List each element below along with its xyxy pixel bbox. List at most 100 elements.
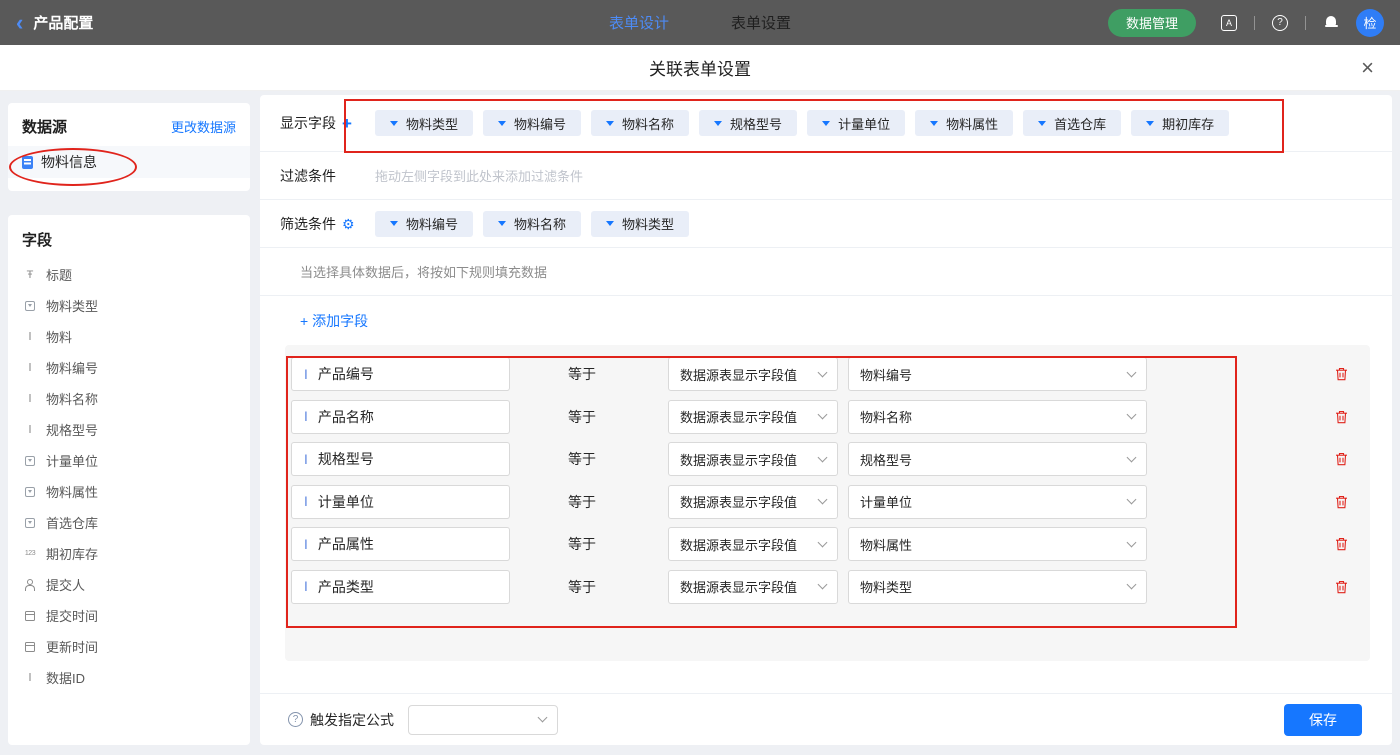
tab-form-design[interactable]: 表单设计 (609, 12, 669, 33)
display-fields-label: 显示字段 (280, 113, 336, 133)
close-icon[interactable]: × (1361, 57, 1374, 79)
field-item[interactable]: 更新时间 (8, 631, 250, 662)
delete-icon[interactable] (1335, 537, 1348, 551)
caret-down-icon (606, 221, 614, 226)
datasource-item[interactable]: 物料信息 (8, 146, 250, 178)
source-type-select[interactable]: 数据源表显示字段值 (668, 442, 838, 476)
formula-select[interactable] (408, 705, 558, 735)
source-field-select[interactable]: 计量单位 (848, 485, 1147, 519)
target-field-input[interactable]: 规格型号 (291, 442, 510, 476)
chevron-down-icon (1127, 452, 1137, 462)
mapping-row: 产品类型 等于 数据源表显示字段值 物料类型 (291, 570, 1370, 604)
target-field-input[interactable]: 产品类型 (291, 570, 510, 604)
source-type-select[interactable]: 数据源表显示字段值 (668, 357, 838, 391)
display-field-chip[interactable]: 期初库存 (1131, 110, 1229, 136)
filter-dropzone[interactable]: 拖动左侧字段到此处来添加过滤条件 (375, 166, 583, 185)
rules-hint: 当选择具体数据后，将按如下规则填充数据 (260, 248, 1392, 296)
equals-label: 等于 (568, 492, 596, 512)
main-panel: 显示字段 + 物料类型 物料编号 物料名称 规格型号 计量单位 物料属性 首选仓… (260, 95, 1392, 745)
chevron-down-icon (818, 367, 828, 377)
field-item[interactable]: 计量单位 (8, 445, 250, 476)
source-field-select[interactable]: 物料类型 (848, 570, 1147, 604)
field-item[interactable]: 提交人 (8, 569, 250, 600)
chip-label: 物料名称 (514, 214, 566, 233)
field-item[interactable]: 物料类型 (8, 290, 250, 321)
display-field-chip[interactable]: 物料名称 (591, 110, 689, 136)
avatar[interactable]: 检 (1356, 9, 1384, 37)
back-label[interactable]: 产品配置 (33, 12, 93, 33)
source-type-select[interactable]: 数据源表显示字段值 (668, 485, 838, 519)
gear-icon[interactable]: ⚙ (342, 217, 355, 231)
target-field-label: 产品名称 (318, 407, 374, 427)
datasource-header: 数据源 更改数据源 (8, 103, 250, 146)
delete-icon[interactable] (1335, 367, 1348, 381)
chip-label: 物料类型 (622, 214, 674, 233)
source-type-select[interactable]: 数据源表显示字段值 (668, 527, 838, 561)
field-item[interactable]: 提交时间 (8, 600, 250, 631)
add-field-link[interactable]: + 添加字段 (300, 311, 368, 331)
language-icon[interactable]: A (1219, 13, 1239, 33)
source-field-select[interactable]: 规格型号 (848, 442, 1147, 476)
tab-form-settings[interactable]: 表单设置 (731, 12, 791, 33)
target-field-input[interactable]: 产品名称 (291, 400, 510, 434)
target-field-input[interactable]: 产品编号 (291, 357, 510, 391)
field-item[interactable]: 规格型号 (8, 414, 250, 445)
add-display-field-icon[interactable]: + (342, 115, 352, 132)
caret-down-icon (822, 121, 830, 126)
delete-icon[interactable] (1335, 495, 1348, 509)
field-label: 更新时间 (46, 637, 98, 656)
screen-field-chip[interactable]: 物料名称 (483, 211, 581, 237)
target-field-input[interactable]: 计量单位 (291, 485, 510, 519)
source-field-value: 规格型号 (860, 450, 912, 469)
source-type-value: 数据源表显示字段值 (680, 492, 797, 511)
source-field-value: 物料属性 (860, 535, 912, 554)
field-item[interactable]: 物料 (8, 321, 250, 352)
back-icon[interactable]: ‹ (16, 12, 23, 34)
display-field-chip[interactable]: 物料编号 (483, 110, 581, 136)
field-item[interactable]: 期初库存 (8, 538, 250, 569)
caret-down-icon (606, 121, 614, 126)
number-field-icon (23, 547, 37, 561)
content: 数据源 更改数据源 物料信息 字段 标题 物料类型 物料 物料编号 物料名称 规… (0, 91, 1400, 755)
change-datasource-link[interactable]: 更改数据源 (171, 117, 236, 136)
chip-label: 规格型号 (730, 114, 782, 133)
source-type-select[interactable]: 数据源表显示字段值 (668, 570, 838, 604)
chevron-down-icon (818, 580, 828, 590)
select-field-icon (23, 485, 37, 499)
display-field-chip[interactable]: 规格型号 (699, 110, 797, 136)
field-item[interactable]: 物料编号 (8, 352, 250, 383)
data-manage-button[interactable]: 数据管理 (1108, 9, 1196, 37)
source-field-select[interactable]: 物料编号 (848, 357, 1147, 391)
delete-icon[interactable] (1335, 580, 1348, 594)
equals-label: 等于 (568, 407, 596, 427)
field-item[interactable]: 物料名称 (8, 383, 250, 414)
source-field-value: 物料类型 (860, 577, 912, 596)
delete-icon[interactable] (1335, 410, 1348, 424)
save-button[interactable]: 保存 (1284, 704, 1362, 736)
field-item[interactable]: 物料属性 (8, 476, 250, 507)
chip-label: 首选仓库 (1054, 114, 1106, 133)
bell-icon[interactable] (1321, 13, 1341, 33)
mapping-row: 产品编号 等于 数据源表显示字段值 物料编号 (291, 357, 1370, 391)
rules-section: + 添加字段 产品编号 等于 数据源表显示字段值 物料编号 产品名称 等于 数据… (260, 296, 1392, 693)
field-label: 标题 (46, 265, 72, 284)
field-item[interactable]: 数据ID (8, 662, 250, 693)
help-icon[interactable]: ? (1270, 13, 1290, 33)
field-item[interactable]: 首选仓库 (8, 507, 250, 538)
source-field-select[interactable]: 物料属性 (848, 527, 1147, 561)
text-field-icon (304, 366, 308, 383)
display-field-chip[interactable]: 计量单位 (807, 110, 905, 136)
field-item[interactable]: 标题 (8, 259, 250, 290)
display-field-chip[interactable]: 物料类型 (375, 110, 473, 136)
caret-down-icon (390, 121, 398, 126)
delete-icon[interactable] (1335, 452, 1348, 466)
display-field-chip[interactable]: 首选仓库 (1023, 110, 1121, 136)
field-label: 物料名称 (46, 389, 98, 408)
screen-field-chip[interactable]: 物料编号 (375, 211, 473, 237)
target-field-input[interactable]: 产品属性 (291, 527, 510, 561)
source-type-value: 数据源表显示字段值 (680, 407, 797, 426)
source-type-select[interactable]: 数据源表显示字段值 (668, 400, 838, 434)
screen-field-chip[interactable]: 物料类型 (591, 211, 689, 237)
display-field-chip[interactable]: 物料属性 (915, 110, 1013, 136)
source-field-select[interactable]: 物料名称 (848, 400, 1147, 434)
